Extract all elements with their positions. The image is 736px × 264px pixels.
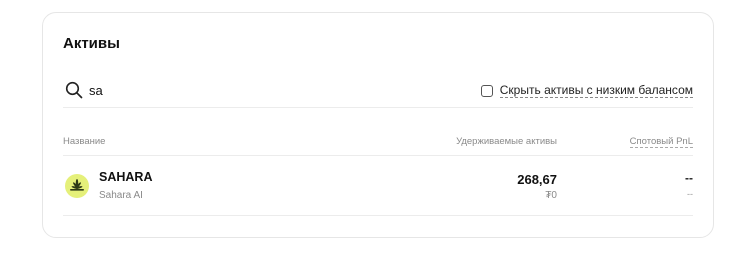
sahara-logo-icon	[65, 174, 89, 198]
spot-pnl-value: --	[685, 171, 693, 185]
search-icon	[65, 81, 83, 99]
asset-symbol: SAHARA	[99, 170, 153, 184]
held-value: ₮0	[545, 190, 557, 201]
hide-low-balance-checkbox[interactable]	[480, 84, 493, 97]
divider	[63, 215, 693, 216]
held-amount: 268,67	[517, 172, 557, 187]
divider	[63, 107, 693, 108]
column-header-name: Название	[63, 136, 106, 147]
asset-name: Sahara AI	[99, 190, 143, 201]
column-header-held[interactable]: Удерживаемые активы	[456, 136, 557, 147]
hide-low-balance-label[interactable]: Скрыть активы с низким балансом	[499, 83, 693, 98]
column-header-spot-pnl[interactable]: Спотовый PnL	[629, 136, 693, 148]
panel-title: Активы	[63, 35, 120, 52]
assets-panel: Активы Скрыть активы с низким балансом Н…	[42, 12, 714, 238]
spot-pnl-percent: --	[687, 189, 693, 199]
divider	[63, 155, 693, 156]
hide-low-balance-toggle[interactable]: Скрыть активы с низким балансом	[480, 83, 693, 98]
search-input[interactable]	[89, 81, 389, 99]
